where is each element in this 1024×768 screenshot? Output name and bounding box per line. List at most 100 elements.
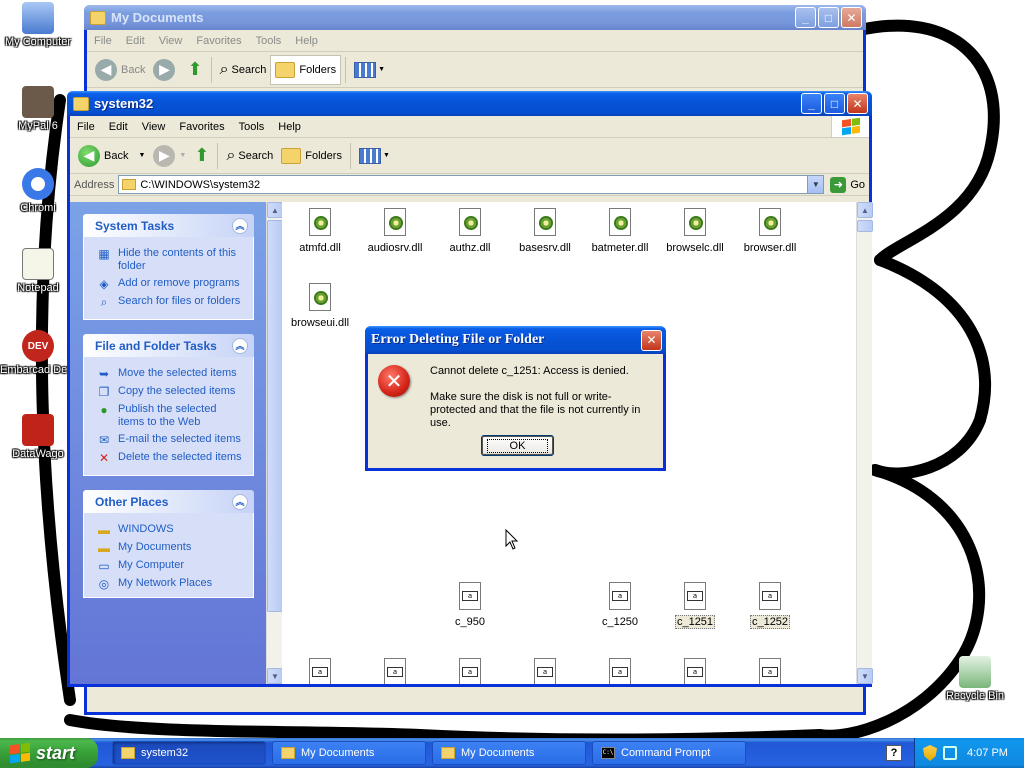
minimize-button[interactable]: _ bbox=[801, 93, 822, 114]
maximize-button[interactable]: □ bbox=[818, 7, 839, 28]
menu-view[interactable]: View bbox=[152, 35, 190, 47]
forward-button[interactable]: ▶ ▼ bbox=[149, 141, 190, 171]
scroll-up-arrow-icon[interactable]: ▲ bbox=[267, 202, 283, 218]
place-my-computer[interactable]: ▭ My Computer bbox=[96, 559, 245, 573]
menu-help[interactable]: Help bbox=[271, 121, 308, 133]
task-add-remove-programs[interactable]: ◈ Add or remove programs bbox=[96, 277, 245, 291]
collapse-icon[interactable]: ︽ bbox=[232, 337, 248, 354]
file-folder-tasks-header[interactable]: File and Folder Tasks ︽ bbox=[83, 334, 254, 357]
address-dropdown-button[interactable]: ▼ bbox=[807, 176, 824, 193]
place-my-network[interactable]: ◎ My Network Places bbox=[96, 577, 245, 591]
address-input[interactable]: C:\WINDOWS\system32 ▼ bbox=[118, 175, 825, 194]
back-button[interactable]: ◀ Back bbox=[91, 55, 149, 85]
file-item[interactable]: atmfd.dll bbox=[282, 208, 358, 254]
scroll-down-arrow-icon[interactable]: ▼ bbox=[857, 668, 873, 684]
scroll-thumb[interactable] bbox=[267, 220, 283, 612]
file-item[interactable]: a bbox=[657, 658, 733, 684]
search-button[interactable]: ⌕ Search bbox=[216, 55, 271, 85]
folders-button[interactable]: Folders bbox=[277, 141, 346, 171]
network-icon[interactable] bbox=[943, 746, 957, 760]
file-item[interactable]: a bbox=[507, 658, 583, 684]
menu-tools[interactable]: Tools bbox=[232, 121, 272, 133]
task-copy-items[interactable]: ❐ Copy the selected items bbox=[96, 385, 245, 399]
task-delete-items[interactable]: ✕ Delete the selected items bbox=[96, 451, 245, 465]
views-button[interactable]: ▼ bbox=[350, 55, 389, 85]
menu-file[interactable]: File bbox=[70, 121, 102, 133]
collapse-icon[interactable]: ︽ bbox=[232, 493, 248, 510]
close-button[interactable]: ✕ bbox=[847, 93, 868, 114]
file-item[interactable]: a bbox=[732, 658, 808, 684]
forward-button[interactable]: ▶ bbox=[149, 55, 183, 85]
desktop-icon-devcpp[interactable]: DEV Embarcad Dev-C bbox=[0, 330, 76, 376]
scroll-thumb[interactable] bbox=[857, 220, 873, 232]
menu-favorites[interactable]: Favorites bbox=[189, 35, 248, 47]
start-button[interactable]: start bbox=[0, 738, 98, 768]
up-folder-button[interactable]: ⬆ bbox=[190, 141, 213, 171]
error-dialog[interactable]: Error Deleting File or Folder ✕ ✕ Cannot… bbox=[365, 326, 666, 471]
go-button[interactable]: ➜ Go bbox=[830, 176, 865, 193]
task-publish-items[interactable]: ● Publish the selected items to the Web bbox=[96, 403, 245, 429]
up-folder-button[interactable]: ⬆ bbox=[183, 55, 206, 85]
file-item[interactable]: a bbox=[357, 658, 433, 684]
task-move-items[interactable]: ➥ Move the selected items bbox=[96, 367, 245, 381]
security-shield-icon[interactable] bbox=[923, 745, 937, 761]
file-item-selected[interactable]: a c_1252 bbox=[732, 582, 808, 629]
file-item[interactable]: a c_950 bbox=[432, 582, 508, 628]
close-button[interactable]: ✕ bbox=[841, 7, 862, 28]
taskbar-item-my-documents[interactable]: My Documents bbox=[272, 741, 426, 765]
taskbar-item-command-prompt[interactable]: C:\ Command Prompt bbox=[592, 741, 746, 765]
collapse-icon[interactable]: ︽ bbox=[232, 217, 248, 234]
task-email-items[interactable]: ✉ E-mail the selected items bbox=[96, 433, 245, 447]
desktop-icon-chromium[interactable]: Chromi bbox=[0, 168, 76, 214]
file-item[interactable]: a bbox=[432, 658, 508, 684]
my-documents-titlebar[interactable]: My Documents _ □ ✕ bbox=[84, 5, 866, 30]
desktop-icon-mypal[interactable]: MyPal 6 bbox=[0, 86, 76, 132]
back-button[interactable]: ◀ Back ▼ bbox=[74, 141, 149, 171]
desktop-icon-my-computer[interactable]: My Computer bbox=[0, 2, 76, 48]
menu-edit[interactable]: Edit bbox=[102, 121, 135, 133]
task-search-files[interactable]: ⌕ Search for files or folders bbox=[96, 295, 245, 309]
file-item[interactable]: audiosrv.dll bbox=[357, 208, 433, 254]
other-places-header[interactable]: Other Places ︽ bbox=[83, 490, 254, 513]
taskbar-item-system32[interactable]: system32 bbox=[112, 741, 266, 765]
place-windows[interactable]: ▬ WINDOWS bbox=[96, 523, 245, 537]
desktop-icon-notepad[interactable]: Notepad bbox=[0, 248, 76, 294]
system-tasks-header[interactable]: System Tasks ︽ bbox=[83, 214, 254, 237]
dll-file-icon bbox=[382, 208, 408, 238]
file-item[interactable]: a bbox=[282, 658, 358, 684]
menu-file[interactable]: File bbox=[87, 35, 119, 47]
file-list-scrollbar[interactable]: ▲ ▼ bbox=[856, 202, 873, 684]
close-button[interactable]: ✕ bbox=[641, 329, 662, 351]
error-dialog-titlebar[interactable]: Error Deleting File or Folder ✕ bbox=[365, 326, 666, 354]
place-my-documents[interactable]: ▬ My Documents bbox=[96, 541, 245, 555]
folders-button[interactable]: Folders bbox=[270, 54, 342, 85]
menu-view[interactable]: View bbox=[135, 121, 173, 133]
scroll-down-arrow-icon[interactable]: ▼ bbox=[267, 668, 283, 684]
file-item[interactable]: basesrv.dll bbox=[507, 208, 583, 254]
taskbar-item-my-documents-2[interactable]: My Documents bbox=[432, 741, 586, 765]
desktop-icon-recycle-bin[interactable]: Recycle Bin bbox=[937, 656, 1013, 702]
file-item[interactable]: browser.dll bbox=[732, 208, 808, 254]
task-hide-contents[interactable]: ▦ Hide the contents of this folder bbox=[96, 247, 245, 273]
file-item[interactable]: a bbox=[582, 658, 658, 684]
minimize-button[interactable]: _ bbox=[795, 7, 816, 28]
menu-edit[interactable]: Edit bbox=[119, 35, 152, 47]
file-item[interactable]: browseui.dll bbox=[282, 283, 358, 329]
menu-tools[interactable]: Tools bbox=[249, 35, 289, 47]
file-item[interactable]: batmeter.dll bbox=[582, 208, 658, 254]
file-item-selected[interactable]: a c_1251 bbox=[657, 582, 733, 629]
file-item[interactable]: authz.dll bbox=[432, 208, 508, 254]
file-item[interactable]: a c_1250 bbox=[582, 582, 658, 628]
views-button[interactable]: ▼ bbox=[355, 141, 394, 171]
file-item[interactable]: browselc.dll bbox=[657, 208, 733, 254]
help-icon[interactable]: ? bbox=[886, 745, 902, 761]
desktop-icon-datawagon[interactable]: DataWago bbox=[0, 414, 76, 460]
menu-favorites[interactable]: Favorites bbox=[172, 121, 231, 133]
maximize-button[interactable]: □ bbox=[824, 93, 845, 114]
system32-titlebar[interactable]: system32 _ □ ✕ bbox=[67, 91, 872, 116]
search-button[interactable]: ⌕ Search bbox=[222, 141, 277, 171]
menu-help[interactable]: Help bbox=[288, 35, 325, 47]
ok-button[interactable]: OK bbox=[481, 435, 554, 456]
scroll-up-arrow-icon[interactable]: ▲ bbox=[857, 202, 873, 218]
task-pane-scrollbar[interactable]: ▲ ▼ bbox=[266, 202, 283, 684]
